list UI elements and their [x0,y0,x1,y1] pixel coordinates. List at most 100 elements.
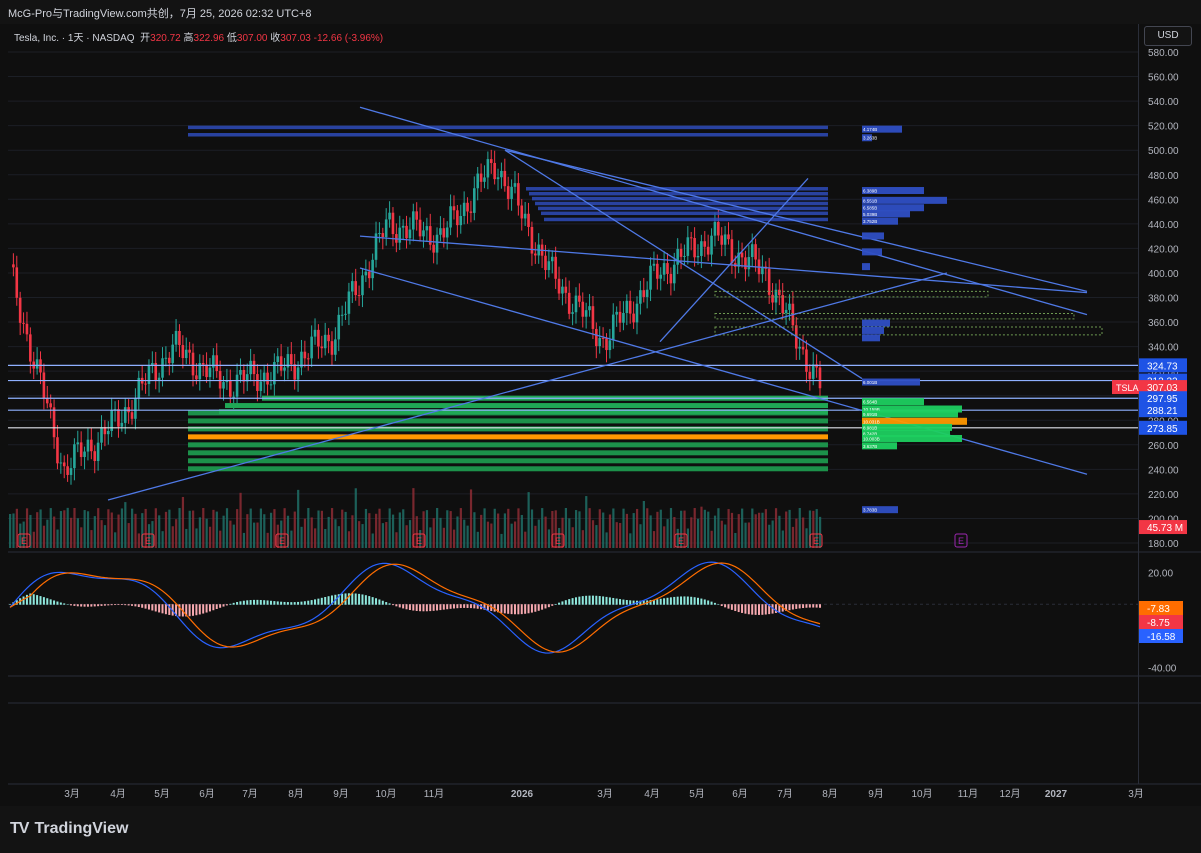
time-axis-label: 3月 [597,788,613,800]
macd-histogram-bar [398,604,401,608]
candle-body [157,377,161,381]
macd-histogram-bar [73,604,76,606]
candle-body [493,162,496,180]
candle-body [693,238,696,258]
macd-histogram-bar [114,604,117,606]
candle-body [178,330,181,346]
macd-histogram-bar [39,596,42,605]
volume-bar [103,525,107,548]
macd-histogram-bar [391,604,394,606]
macd-histogram-bar [381,600,384,605]
volume-bar [391,514,395,548]
macd-histogram-bar [290,602,293,605]
macd-histogram-bar [42,597,45,605]
volume-bar [588,508,591,548]
macd-histogram-bar [314,599,317,605]
macd-histogram-bar [120,604,123,605]
candle-body [405,225,408,239]
candle-body [317,329,320,347]
volume-bar [690,517,693,548]
macd-histogram-bar [574,597,577,605]
candle-body [293,364,296,380]
candle-body [469,211,473,213]
candle-body [578,295,581,302]
volume-bar [656,511,659,548]
candle-body [635,303,639,323]
time-axis-label: 11月 [958,788,978,800]
price-chart-svg[interactable]: 580.00 560.00 540.00 520.00 500.00 480.00 460.… [0,0,1201,853]
symbol-tag: TSLA [1116,383,1139,393]
candle-body [808,371,812,379]
volume-bar [635,508,639,548]
support-zone [188,434,828,440]
macd-histogram-bar [358,593,361,605]
candle-body [473,188,476,213]
volume-bar [571,527,574,548]
volume-bar [195,528,198,548]
candle-body [625,300,629,313]
macd-histogram-bar [9,604,11,605]
price-tick-label: 420.00 [1148,244,1179,255]
macd-histogram-bar [212,604,215,611]
candle-body [628,300,632,314]
volume-bar [90,530,93,548]
candle-body [601,338,605,340]
candle-body [686,237,690,256]
volume-bar [585,496,588,548]
volume-bar [642,500,645,548]
candle-body [351,281,354,292]
volume-bar [754,514,757,548]
support-zone [188,458,828,464]
time-axis-label: 12月 [999,788,1020,800]
candle-body [588,306,591,311]
time-axis-label: 3月 [1128,788,1144,800]
macd-histogram-bar [76,604,79,607]
volume-bar [595,525,598,548]
earnings-marker-label: E [813,536,819,546]
volume-bar [452,529,456,548]
macd-histogram-bar [131,604,134,606]
time-axis-label: 10月 [375,788,396,800]
macd-histogram-bar [324,597,327,605]
macd-histogram-bar [93,604,96,607]
candle-body [269,384,273,386]
candle-body [496,177,500,180]
candle-body [466,202,469,212]
macd-histogram-bar [354,593,357,605]
volume-bar [408,520,412,548]
volume-bar [446,510,449,548]
macd-histogram-bar [32,594,35,605]
candle-body [249,360,252,375]
earnings-marker-label: E [958,536,964,546]
volume-bar [310,517,313,548]
volume-bar [246,514,249,548]
candle-body [320,346,324,349]
macd-histogram-bar [795,604,798,609]
volume-bar [598,509,601,548]
candle-body [520,205,524,219]
volume-bar [158,515,161,548]
support-zone [188,466,828,472]
macd-histogram-bar [320,597,323,605]
candle-body [79,442,83,458]
macd-histogram-bar [422,604,425,612]
volume-bar [493,508,496,548]
time-axis-label: 8月 [822,788,838,800]
candle-body [506,186,510,199]
volume-bar [249,508,252,548]
tradingview-logo[interactable]: TV TradingView [10,820,128,838]
volume-bar [49,508,52,548]
volume-bar [171,526,174,548]
macd-histogram-bar [97,604,100,607]
volume-bar [741,508,744,548]
volume-bar [547,529,551,548]
macd-histogram-bar [273,601,276,605]
macd-histogram-bar [558,602,561,605]
macd-histogram-bar [734,604,737,612]
candle-body [215,355,219,372]
volume-bar [788,509,791,548]
macd-histogram-bar [25,594,28,605]
volume-bar [375,513,378,548]
macd-histogram-bar [598,596,601,605]
macd-histogram-bar [219,604,222,608]
